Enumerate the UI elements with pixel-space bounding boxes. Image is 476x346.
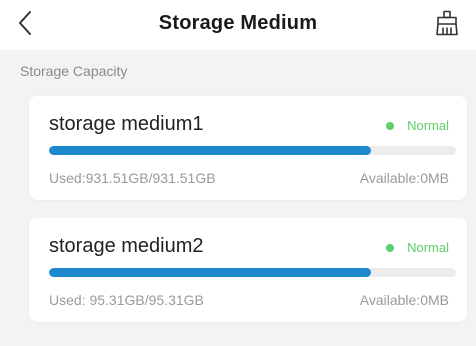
storage-card[interactable]: storage medium2 Normal Used: 95.31GB/95.… xyxy=(29,218,467,322)
capacity-bar-fill xyxy=(49,268,371,277)
storage-card[interactable]: storage medium1 Normal Used:931.51GB/931… xyxy=(29,96,467,200)
format-icon xyxy=(435,10,459,41)
status-label: Normal xyxy=(407,118,449,133)
available-capacity: Available:0MB xyxy=(359,292,449,308)
available-capacity: Available:0MB xyxy=(359,170,449,186)
capacity-bar-fill xyxy=(49,146,371,155)
status-label: Normal xyxy=(407,240,449,255)
storage-name: storage medium1 xyxy=(49,113,204,135)
page-title: Storage Medium xyxy=(158,12,318,34)
used-capacity: Used: 95.31GB/95.31GB xyxy=(49,292,204,308)
used-capacity: Used:931.51GB/931.51GB xyxy=(49,170,216,186)
status-indicator: Normal xyxy=(386,240,449,255)
section-title: Storage Capacity xyxy=(20,63,128,79)
storage-name: storage medium2 xyxy=(49,235,204,257)
capacity-bar xyxy=(49,146,456,155)
status-indicator: Normal xyxy=(386,118,449,133)
status-dot-icon xyxy=(386,243,395,252)
top-bar: Storage Medium xyxy=(0,0,476,50)
format-button[interactable] xyxy=(432,9,462,41)
status-dot-icon xyxy=(386,121,395,130)
capacity-bar xyxy=(49,268,456,277)
